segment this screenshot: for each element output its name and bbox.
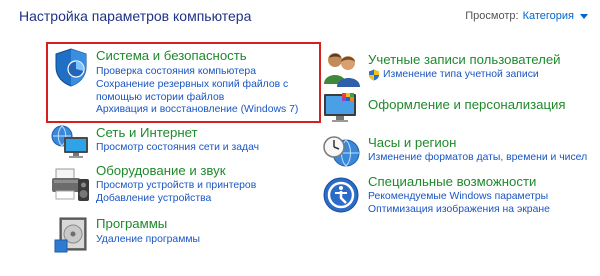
programs-disk-icon (54, 217, 87, 253)
category-title[interactable]: Программы (96, 216, 167, 231)
link-devices-printers[interactable]: Просмотр устройств и принтеров (96, 180, 320, 193)
link-file-history-backup[interactable]: Сохранение резервных копий файлов с помо… (96, 79, 320, 105)
category-hardware-sound: Оборудование и звук Просмотр устройств и… (50, 163, 320, 207)
page-title: Настройка параметров компьютера (19, 8, 252, 24)
link-uninstall-program[interactable]: Удаление программы (96, 234, 320, 247)
category-appearance: Оформление и персонализация (322, 91, 592, 127)
category-title[interactable]: Часы и регион (368, 135, 456, 150)
shield-security-icon (55, 48, 87, 87)
category-title[interactable]: Оборудование и звук (96, 163, 226, 178)
category-user-accounts: Учетные записи пользователей Изменение т… (322, 48, 592, 88)
category-programs: Программы Удаление программы (50, 214, 320, 254)
link-change-account-type[interactable]: Изменение типа учетной записи (368, 69, 592, 82)
category-title[interactable]: Учетные записи пользователей (368, 52, 561, 67)
link-optimize-display[interactable]: Оптимизация изображения на экране (368, 204, 592, 217)
view-by-dropdown[interactable]: Категория (523, 10, 588, 22)
uac-shield-icon (369, 69, 379, 81)
accessibility-icon (323, 177, 359, 213)
category-title[interactable]: Система и безопасность (96, 48, 247, 63)
link-add-device[interactable]: Добавление устройства (96, 193, 320, 206)
monitor-palette-icon (324, 93, 356, 122)
category-title[interactable]: Специальные возможности (368, 174, 536, 189)
category-ease-of-access: Специальные возможности Рекомендуемые Wi… (322, 172, 592, 216)
category-title[interactable]: Сеть и Интернет (96, 125, 198, 140)
link-label: Изменение типа учетной записи (383, 69, 539, 80)
view-by-label: Просмотр: (465, 10, 519, 22)
category-title[interactable]: Оформление и персонализация (368, 97, 566, 112)
link-recommended-settings[interactable]: Рекомендуемые Windows параметры (368, 191, 592, 204)
network-globe-icon (51, 125, 88, 158)
chevron-down-icon (580, 13, 588, 19)
category-system-security: Система и безопасность Проверка состояни… (50, 44, 320, 120)
printer-speaker-icon (52, 168, 89, 201)
link-network-status[interactable]: Просмотр состояния сети и задач (96, 142, 320, 155)
link-backup-restore[interactable]: Архивация и восстановление (Windows 7) (96, 104, 320, 117)
link-check-computer-status[interactable]: Проверка состояния компьютера (96, 66, 320, 79)
view-by-control: Просмотр: Категория (465, 10, 588, 22)
link-change-date-formats[interactable]: Изменение форматов даты, времени и чисел (368, 152, 592, 165)
clock-globe-icon (323, 136, 360, 167)
users-icon (324, 53, 360, 87)
view-by-value: Категория (522, 10, 574, 22)
category-clock-region: Часы и регион Изменение форматов даты, в… (322, 131, 592, 167)
category-network-internet: Сеть и Интернет Просмотр состояния сети … (50, 125, 320, 161)
